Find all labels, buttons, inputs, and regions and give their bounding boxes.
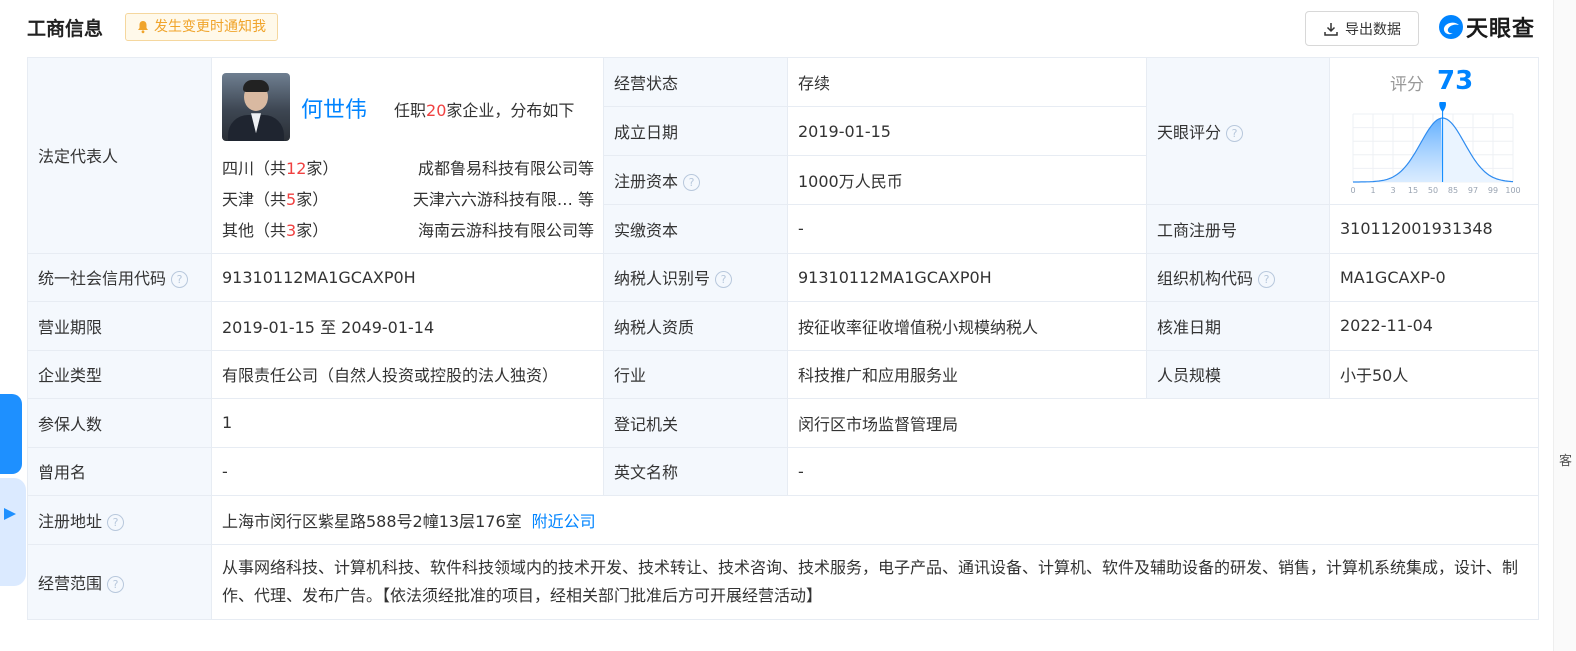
staff-value: 小于50人 [1329,349,1539,399]
nearby-companies-link[interactable]: 附近公司 [532,512,596,531]
address-label-cell: 注册地址? [27,495,212,545]
side-float-widget[interactable] [0,478,26,586]
score-caption: 评分 [1390,75,1424,95]
score-tick-label: 99 [1488,186,1498,195]
score-cell[interactable]: 评分 73 0 1 3 15 50 85 97 99 100 [1329,57,1539,205]
status-label: 经营状态 [603,57,788,107]
region-row[interactable]: 天津（共5家） 天津六六游科技有限… 等 [222,186,594,210]
download-icon [1324,22,1338,36]
score-pin-icon [1439,102,1446,112]
scope-value: 从事网络科技、计算机科技、软件科技领域内的技术开发、技术转让、技术咨询、技术服务… [211,543,1539,620]
status-value: 存续 [787,57,1147,107]
industry-label: 行业 [603,349,788,399]
taxpayer-id-value: 91310112MA1GCAXP0H [787,252,1147,302]
legal-rep-name[interactable]: 何世伟 [301,92,367,124]
org-code-value: MA1GCAXP-0 [1329,252,1539,302]
score-tick-label: 97 [1468,186,1478,195]
approval-label: 核准日期 [1146,301,1330,351]
export-data-button[interactable]: 导出数据 [1305,11,1419,46]
insured-label: 参保人数 [27,398,212,448]
legal-rep-label: 法定代表人 [27,57,212,254]
score-value: 73 [1437,66,1474,96]
english-name-label: 英文名称 [603,446,788,496]
paid-capital-label: 实缴资本 [603,204,788,254]
staff-label: 人员规模 [1146,349,1330,399]
score-label-cell: 天眼评分? [1146,57,1330,205]
help-icon[interactable]: ? [107,575,125,593]
score-tick-label: 85 [1448,186,1458,195]
address-value: 上海市闵行区紫星路588号2幢13层176室 [222,511,522,531]
address-cell: 上海市闵行区紫星路588号2幢13层176室 附近公司 [211,495,1539,545]
score-tick-label: 50 [1428,186,1438,195]
region-row[interactable]: 其他（共3家） 海南云游科技有限公司等 [222,217,594,241]
insured-value: 1 [211,398,604,448]
side-text[interactable]: 客 [1559,450,1572,469]
reg-no-label: 工商注册号 [1146,204,1330,254]
credit-code-label-cell: 统一社会信用代码? [27,252,212,302]
score-tick-label: 0 [1350,186,1355,195]
help-icon[interactable]: ? [1226,125,1244,142]
score-tick-label: 1 [1370,186,1375,195]
scope-label-cell: 经营范围? [27,543,212,620]
help-icon[interactable]: ? [1258,271,1276,289]
help-icon[interactable]: ? [171,271,189,289]
industry-value: 科技推广和应用服务业 [787,349,1147,399]
reg-capital-label-cell: 注册资本? [603,155,788,205]
reg-capital-value: 1000万人民币 [787,155,1147,205]
logo-mark-icon [1439,15,1463,39]
founded-label: 成立日期 [603,106,788,156]
legal-rep-cell: 何世伟 任职20家企业，分布如下 四川（共12家） 成都鲁易科技有限公司等 天津… [211,57,604,254]
bell-icon [138,21,148,34]
score-distribution-chart: 0 1 3 15 50 85 97 99 100 [1350,102,1521,195]
export-label: 导出数据 [1345,21,1401,38]
legal-rep-avatar[interactable] [222,73,290,142]
taxpayer-qual-label: 纳税人资质 [603,301,788,351]
notify-on-change-button[interactable]: 发生变更时通知我 [125,13,278,41]
score-tick-label: 3 [1390,186,1395,195]
score-tick-label: 100 [1505,186,1520,195]
play-icon [4,508,16,520]
credit-code-value: 91310112MA1GCAXP0H [211,252,604,302]
help-icon[interactable]: ? [683,174,701,191]
english-name-value: - [787,446,1539,496]
taxpayer-qual-value: 按征收率征收增值税小规模纳税人 [787,301,1147,351]
legal-rep-summary: 任职20家企业，分布如下 [394,101,575,121]
paid-capital-value: - [787,204,1147,254]
section-header: 工商信息 发生变更时通知我 导出数据 天眼查 [0,0,1576,58]
approval-value: 2022-11-04 [1329,301,1539,351]
org-code-label-cell: 组织机构代码? [1146,252,1330,302]
section-title: 工商信息 [27,18,104,40]
right-side-panel: 客 [1553,0,1576,651]
type-label: 企业类型 [27,349,212,399]
term-label: 营业期限 [27,301,212,351]
taxpayer-id-label-cell: 纳税人识别号? [603,252,788,302]
reg-no-value: 310112001931348 [1329,204,1539,254]
score-tick-label: 15 [1408,186,1418,195]
type-value: 有限责任公司（自然人投资或控股的法人独资） [211,349,604,399]
tianyancha-logo[interactable]: 天眼查 [1438,12,1535,42]
help-icon[interactable]: ? [107,513,125,531]
authority-value: 闵行区市场监督管理局 [787,398,1539,448]
side-float-tab[interactable] [0,394,22,474]
notify-label: 发生变更时通知我 [154,19,266,35]
former-name-label: 曾用名 [27,446,212,496]
logo-text: 天眼查 [1466,17,1536,42]
former-name-value: - [211,446,604,496]
authority-label: 登记机关 [603,398,788,448]
founded-value: 2019-01-15 [787,106,1147,156]
term-value: 2019-01-15 至 2049-01-14 [211,301,604,351]
help-icon[interactable]: ? [715,271,733,289]
business-info-table: 法定代表人 何世伟 任职20家企业，分布如下 四川（共12家） 成都鲁易科技有限… [27,57,1539,620]
region-row[interactable]: 四川（共12家） 成都鲁易科技有限公司等 [222,155,594,179]
